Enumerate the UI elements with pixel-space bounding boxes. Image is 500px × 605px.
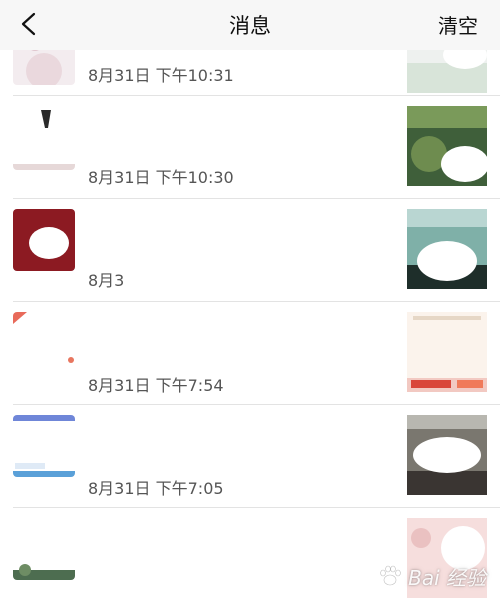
message-item[interactable]: 8月31日 下午10:30: [0, 96, 500, 199]
message-time: 8月3: [88, 271, 125, 290]
message-item[interactable]: 8月3: [0, 199, 500, 302]
user-avatar[interactable]: [13, 518, 75, 580]
message-time: 8月31日 下午7:05: [88, 479, 224, 498]
user-avatar[interactable]: [13, 415, 75, 477]
message-item[interactable]: 8月31日 下午7:54: [0, 302, 500, 405]
user-avatar[interactable]: [13, 108, 75, 170]
paw-icon: [380, 565, 401, 586]
post-thumbnail[interactable]: [407, 209, 487, 289]
message-time: 8月31日 下午10:30: [88, 168, 234, 187]
post-thumbnail[interactable]: [407, 106, 487, 186]
post-thumbnail[interactable]: [407, 415, 487, 495]
post-thumbnail[interactable]: [407, 312, 487, 392]
watermark: Bai 经验: [378, 562, 486, 591]
watermark-text: Bai 经验: [408, 566, 486, 590]
message-list: 8月31日 下午10:31 8月31日 下午10:30 8月3 8月31日 下午…: [0, 0, 500, 605]
message-time: 8月31日 下午10:31: [88, 66, 234, 85]
page-title: 消息: [229, 14, 271, 38]
user-avatar[interactable]: [13, 209, 75, 271]
clear-button[interactable]: 清空: [438, 10, 478, 39]
message-item[interactable]: 8月31日 下午7:05: [0, 405, 500, 508]
user-avatar[interactable]: [13, 312, 75, 374]
top-navigation-bar: 消息 清空: [0, 0, 500, 50]
message-time: 8月31日 下午7:54: [88, 376, 224, 395]
